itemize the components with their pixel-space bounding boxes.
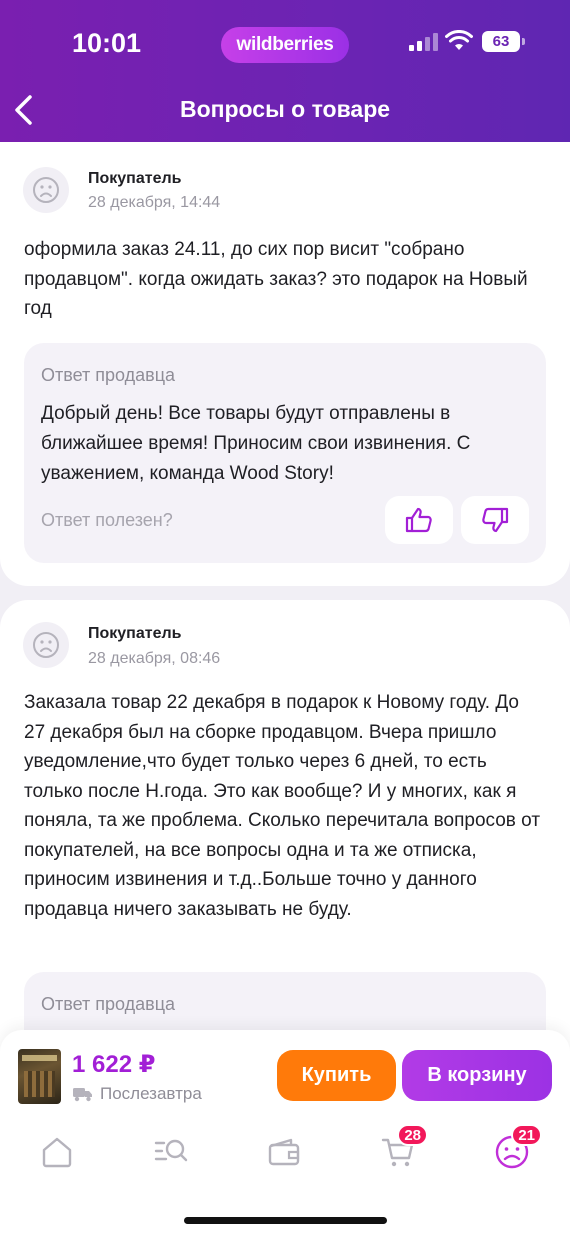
bottom-bar: 1 622 ₽ Послезавтра Купить В корзину 28 …: [0, 1030, 570, 1237]
nav-cart[interactable]: 28: [378, 1124, 428, 1172]
seller-answer: Ответ продавца Добрый день! Все товары б…: [24, 343, 546, 563]
cart-badge: 28: [397, 1124, 428, 1146]
sad-face-icon: [33, 632, 59, 658]
question-card: Покупатель 28 декабря, 14:44 оформила за…: [0, 142, 570, 586]
delivery-text: Послезавтра: [100, 1084, 202, 1103]
question-text: оформила заказ 24.11, до сих пор висит "…: [24, 239, 528, 319]
nav-profile[interactable]: 21: [492, 1124, 542, 1172]
question-text: Заказала товар 22 декабря в подарок к Но…: [24, 692, 541, 920]
thumbs-down-button[interactable]: [461, 496, 529, 544]
truck-icon: [73, 1088, 92, 1102]
status-time: 10:01: [72, 28, 142, 58]
sad-face-icon: [33, 177, 59, 203]
author-name: Покупатель: [88, 170, 182, 187]
delivery-info: Послезавтра: [72, 1084, 202, 1104]
nav-wallet[interactable]: [264, 1132, 304, 1172]
avatar: [23, 167, 69, 213]
home-icon: [42, 1137, 72, 1168]
catalog-search-icon: [154, 1139, 188, 1162]
answer-title: Ответ продавца: [41, 365, 176, 385]
top-bar: 10:01 wildberries 63 Вопросы о товаре: [0, 0, 570, 142]
question-date: 28 декабря, 14:44: [88, 194, 221, 211]
thumbs-up-button[interactable]: [385, 496, 453, 544]
product-thumbnail[interactable]: [18, 1049, 61, 1104]
profile-badge: 21: [511, 1124, 542, 1146]
wallet-icon: [268, 1138, 300, 1166]
home-indicator: [184, 1217, 387, 1224]
helpful-label: Ответ полезен?: [41, 510, 173, 530]
product-price: 1 622 ₽: [72, 1051, 156, 1078]
author-name: Покупатель: [88, 625, 182, 642]
nav-home[interactable]: [37, 1132, 77, 1172]
brand-logo: wildberries: [221, 27, 349, 63]
thumbs-down-icon: [482, 507, 509, 533]
avatar: [23, 622, 69, 668]
nav-catalog[interactable]: [151, 1132, 191, 1172]
answer-title: Ответ продавца: [41, 994, 176, 1014]
cellular-signal-icon: [409, 33, 438, 51]
add-to-cart-button[interactable]: В корзину: [402, 1050, 552, 1101]
thumbs-up-icon: [405, 507, 432, 533]
buy-button[interactable]: Купить: [277, 1050, 396, 1101]
wifi-icon: [445, 30, 473, 50]
page-title: Вопросы о товаре: [179, 96, 391, 122]
battery-icon: 63: [482, 31, 525, 52]
answer-text: Добрый день! Все товары будут отправлены…: [41, 403, 471, 484]
question-date: 28 декабря, 08:46: [88, 650, 221, 667]
